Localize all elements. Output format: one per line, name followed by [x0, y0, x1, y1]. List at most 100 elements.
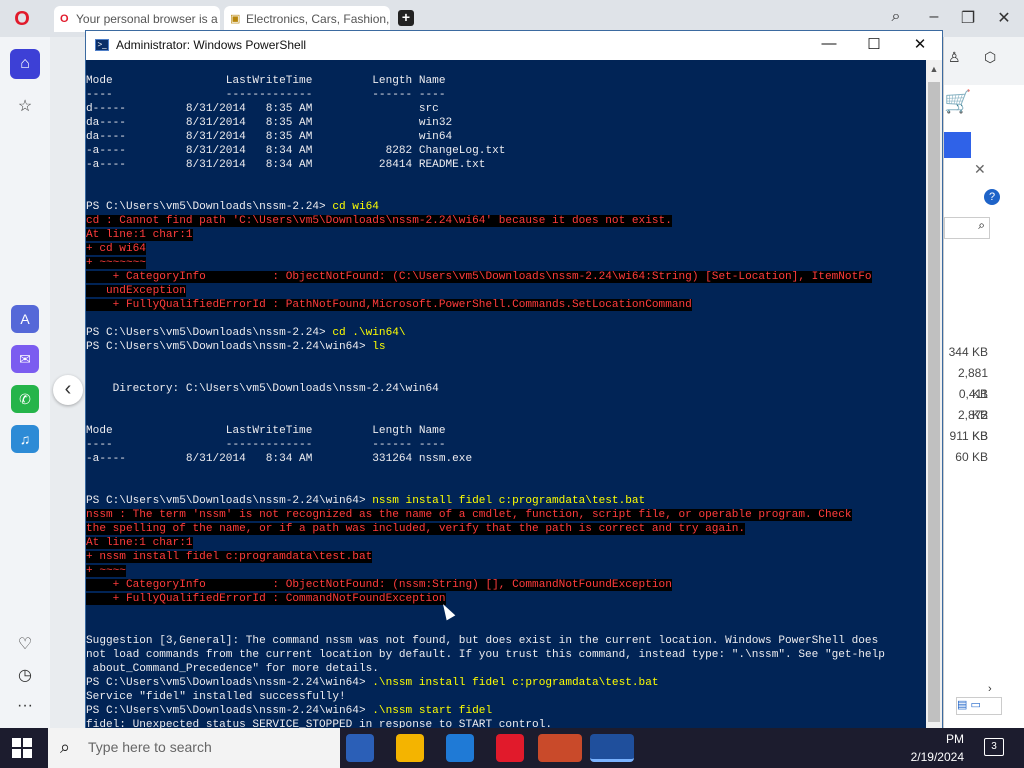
close-panel-icon[interactable]: ✕: [974, 161, 986, 178]
more-icon[interactable]: ···: [10, 691, 40, 721]
console-command-line: PS C:\Users\vm5\Downloads\nssm-2.24\win6…: [86, 705, 493, 717]
search-field[interactable]: ⌕: [944, 217, 990, 239]
console-output-line: da---- 8/31/2014 8:35 AM win64: [86, 131, 453, 143]
blue-button[interactable]: [944, 132, 971, 158]
notification-icon[interactable]: 3: [984, 738, 1004, 756]
console-error-line: cd : Cannot find path 'C:\Users\vm5\Down…: [86, 215, 672, 227]
browser-tab-1[interactable]: O Your personal browser is a: [54, 6, 220, 32]
console-output-line: about_Command_Precedence" for more detai…: [86, 663, 379, 675]
file-size: 2,872 KB: [957, 408, 988, 443]
clock-time[interactable]: PM: [920, 732, 964, 746]
cart-icon[interactable]: 🛒: [944, 89, 971, 115]
console-error-line: + FullyQualifiedErrorId : PathNotFound,M…: [86, 299, 692, 311]
opera-taskbar-icon[interactable]: [496, 734, 524, 762]
console-command-line: PS C:\Users\vm5\Downloads\nssm-2.24> cd …: [86, 327, 406, 339]
console-error-line: the spelling of the name, or if a path w…: [86, 523, 746, 535]
taskbar-search[interactable]: ⌕ Type here to search: [48, 728, 340, 768]
powershell-window: >_ Administrator: Windows PowerShell — ☐…: [85, 30, 943, 748]
console-output-line: not load commands from the current locat…: [86, 649, 885, 661]
home-icon[interactable]: ⌂: [10, 49, 40, 79]
console-output-line: d----- 8/31/2014 8:35 AM src: [86, 103, 439, 115]
vertical-scrollbar[interactable]: ▲ ▼: [926, 60, 942, 747]
windows-start-icon[interactable]: [12, 738, 32, 758]
messenger-icon[interactable]: ✉: [11, 345, 39, 373]
file-size: 60 KB: [955, 450, 988, 464]
console-output-line: ---- ------------- ------ ----: [86, 439, 446, 451]
close-button[interactable]: ✕: [905, 35, 935, 55]
console-output-line: Mode LastWriteTime Length Name: [86, 425, 446, 437]
console-error-line: + CategoryInfo : ObjectNotFound: (nssm:S…: [86, 579, 672, 591]
music-icon[interactable]: ♫: [11, 425, 39, 453]
maximize-button[interactable]: ☐: [859, 35, 889, 55]
heart-icon[interactable]: ♡: [10, 630, 40, 660]
store-icon[interactable]: [446, 734, 474, 762]
powershell-icon: >_: [95, 39, 109, 51]
minimize-button[interactable]: —: [814, 35, 844, 55]
console-error-line: + ~~~~: [86, 565, 126, 577]
powershell-titlebar[interactable]: >_ Administrator: Windows PowerShell — ☐…: [86, 31, 942, 60]
console-error-line: + ~~~~~~~: [86, 257, 146, 269]
desktop: O O Your personal browser is a ▣ Electro…: [0, 0, 1024, 768]
console-error-line: undException: [86, 285, 186, 297]
account-icon[interactable]: ♙: [948, 49, 961, 66]
scroll-right-icon[interactable]: ›: [988, 683, 992, 695]
file-size: 0,411 KB: [958, 387, 988, 422]
console-output-line: -a---- 8/31/2014 8:34 AM 8282 ChangeLog.…: [86, 145, 506, 157]
console-command-line: PS C:\Users\vm5\Downloads\nssm-2.24\win6…: [86, 341, 386, 353]
console-command-line: PS C:\Users\vm5\Downloads\nssm-2.24\win6…: [86, 677, 659, 689]
task-view-icon[interactable]: [346, 734, 374, 762]
file-size: 344 KB: [948, 345, 988, 359]
aria-icon[interactable]: A: [11, 305, 39, 333]
history-icon[interactable]: ◷: [10, 661, 40, 691]
collapse-arrow-icon[interactable]: ‹: [53, 375, 83, 405]
new-tab-button[interactable]: +: [398, 10, 414, 26]
bookmarks-icon[interactable]: ☆: [10, 92, 40, 122]
console-output-line: ---- ------------- ------ ----: [86, 89, 446, 101]
opera-logo-icon[interactable]: O: [12, 9, 32, 29]
file-size: 911 KB: [949, 429, 988, 443]
console-output-line: -a---- 8/31/2014 8:34 AM 28414 README.tx…: [86, 159, 486, 171]
minimize-icon[interactable]: –: [924, 8, 944, 26]
console-output-line: -a---- 8/31/2014 8:34 AM 331264 nssm.exe: [86, 453, 473, 465]
console-output-line: da---- 8/31/2014 8:35 AM win32: [86, 117, 453, 129]
console-output-line: Service "fidel" installed successfully!: [86, 691, 346, 703]
restore-icon[interactable]: ❐: [958, 8, 978, 28]
scrollbar-thumb[interactable]: [928, 82, 940, 722]
search-icon: ⌕: [60, 737, 71, 757]
console-output-line: Suggestion [3,General]: The command nssm…: [86, 635, 879, 647]
taskbar: ⌕ Type here to search PM 2/19/2024 3: [0, 728, 1024, 768]
browser-tab-2[interactable]: ▣ Electronics, Cars, Fashion,: [224, 6, 390, 32]
powershell-taskbar-icon[interactable]: [590, 734, 634, 762]
app-taskbar-icon[interactable]: [538, 734, 582, 762]
file-size: 2,881 KB: [957, 366, 988, 401]
clock-date[interactable]: 2/19/2024: [900, 750, 964, 764]
console-command-line: PS C:\Users\vm5\Downloads\nssm-2.24\win6…: [86, 495, 646, 507]
chrome-icon[interactable]: [396, 734, 424, 762]
scroll-up-icon[interactable]: ▲: [926, 62, 942, 76]
whatsapp-icon[interactable]: ✆: [11, 385, 39, 413]
extensions-icon[interactable]: ⬡: [984, 49, 996, 66]
help-icon[interactable]: ?: [984, 189, 1000, 205]
tab-label: Your personal browser is a: [76, 12, 218, 26]
search-tabs-icon[interactable]: ⌕: [886, 8, 906, 26]
window-title: Administrator: Windows PowerShell: [116, 38, 307, 52]
console-error-line: nssm : The term 'nssm' is not recognized…: [86, 509, 852, 521]
console-error-line: + CategoryInfo : ObjectNotFound: (C:\Use…: [86, 271, 872, 283]
console-error-line: + FullyQualifiedErrorId : CommandNotFoun…: [86, 593, 446, 605]
console-command-line: PS C:\Users\vm5\Downloads\nssm-2.24> cd …: [86, 201, 379, 213]
search-placeholder: Type here to search: [88, 739, 212, 755]
console-error-line: [86, 606, 926, 620]
console-error-line: At line:1 char:1: [86, 229, 193, 241]
console-error-line: + nssm install fidel c:programdata\test.…: [86, 551, 373, 563]
console-output[interactable]: Mode LastWriteTime Length Name ---- -----…: [86, 60, 926, 747]
opera-sidebar: ⌂ ☆ A ✉ ✆ ♫ ♡ ◷ ···: [0, 37, 50, 728]
view-toggle-icons[interactable]: ▤ ▭: [956, 697, 1002, 715]
close-icon[interactable]: ✕: [994, 8, 1014, 28]
